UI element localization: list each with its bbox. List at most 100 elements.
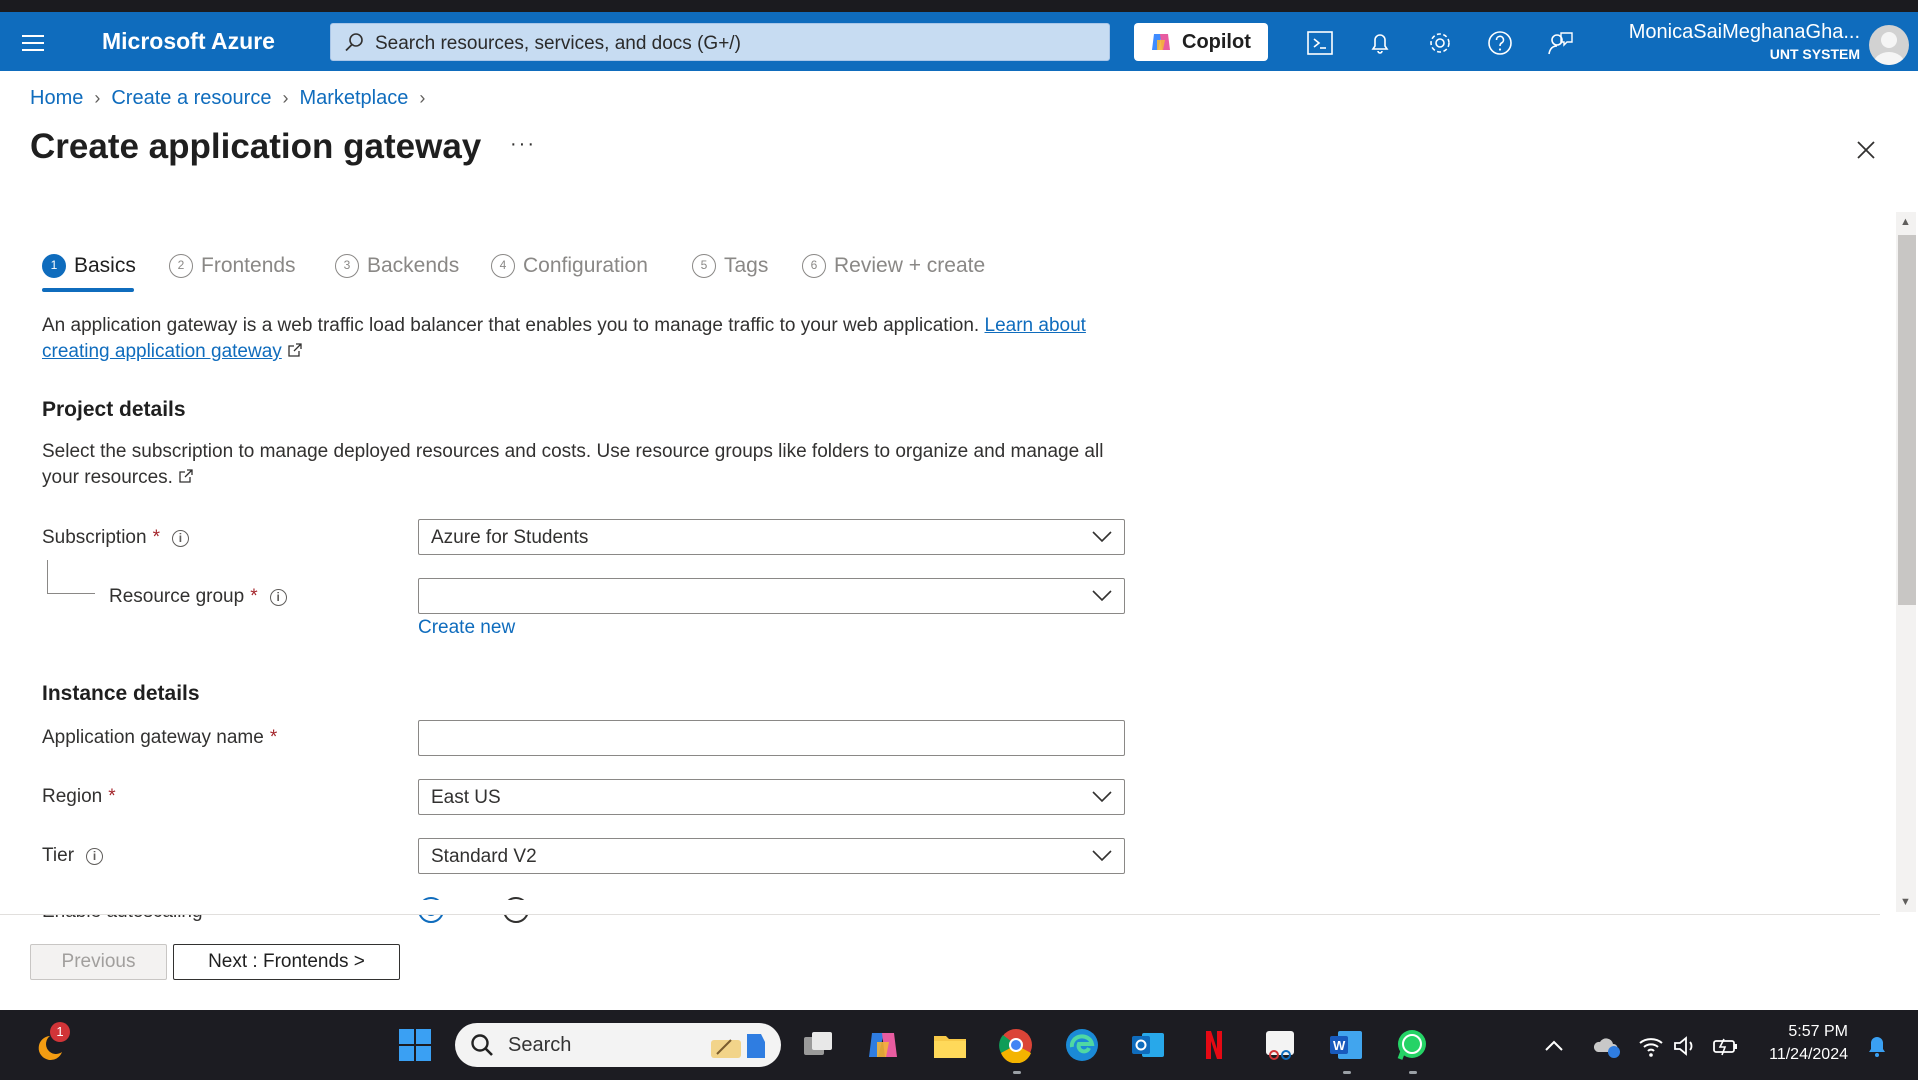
taskbar-search-placeholder: Search: [508, 1034, 572, 1056]
external-link-icon: [288, 343, 302, 357]
word-icon[interactable]: W: [1328, 1027, 1364, 1063]
info-icon[interactable]: i: [171, 530, 189, 547]
window-top-strip: [0, 0, 1918, 12]
tab-number: 3: [335, 254, 359, 278]
settings-gear-icon[interactable]: [1425, 29, 1455, 57]
required-asterisk: *: [108, 786, 116, 807]
tab-label: Frontends: [201, 254, 296, 277]
brand-title[interactable]: Microsoft Azure: [102, 28, 275, 55]
help-icon[interactable]: [1485, 29, 1515, 57]
more-options-button[interactable]: ···: [510, 133, 536, 156]
wifi-icon[interactable]: [1638, 1033, 1664, 1059]
battery-icon[interactable]: [1712, 1033, 1740, 1059]
portal-header: Microsoft Azure Search resources, servic…: [0, 12, 1918, 71]
tier-value: Standard V2: [431, 846, 537, 867]
chrome-icon[interactable]: [998, 1027, 1034, 1063]
user-org: UNT SYSTEM: [1769, 46, 1860, 62]
netflix-icon[interactable]: [1196, 1027, 1232, 1063]
vertical-scrollbar[interactable]: ▲ ▼: [1896, 212, 1916, 912]
learn-more-link-text: Learn about: [984, 315, 1086, 336]
gateway-name-label: Application gateway name *: [42, 727, 277, 749]
windows-start-icon[interactable]: [397, 1027, 433, 1063]
clock-date[interactable]: 11/24/2024: [1748, 1046, 1848, 1064]
resource-group-label-text: Resource group: [109, 586, 245, 607]
copilot-button[interactable]: Copilot: [1134, 23, 1268, 61]
scrollbar-thumb[interactable]: [1898, 235, 1916, 605]
tier-label: Tier i: [42, 845, 104, 867]
region-value: East US: [431, 787, 501, 808]
project-description-line2: your resources.: [42, 467, 173, 488]
volume-icon[interactable]: [1672, 1033, 1698, 1059]
page-title: Create application gateway: [30, 127, 482, 166]
breadcrumb-marketplace[interactable]: Marketplace: [299, 87, 408, 109]
whatsapp-icon[interactable]: [1394, 1027, 1430, 1063]
chevron-right-icon: ›: [419, 88, 426, 108]
chevron-down-icon: [1092, 531, 1112, 543]
gateway-name-input[interactable]: [418, 720, 1125, 756]
create-new-resource-group-link[interactable]: Create new: [418, 617, 515, 639]
breadcrumb-create-resource[interactable]: Create a resource: [111, 87, 271, 109]
breadcrumb: Home › Create a resource › Marketplace ›: [30, 87, 436, 110]
chevron-up-icon[interactable]: [1542, 1034, 1566, 1058]
tab-number: 4: [491, 254, 515, 278]
intro-description: An application gateway is a web traffic …: [42, 313, 1132, 365]
notifications-bell-icon[interactable]: [1865, 1033, 1889, 1059]
avatar[interactable]: [1869, 25, 1909, 65]
global-search-input[interactable]: Search resources, services, and docs (G+…: [330, 23, 1110, 61]
outlook-icon[interactable]: [1130, 1027, 1166, 1063]
subscription-dropdown[interactable]: Azure for Students: [418, 519, 1125, 555]
external-link-icon[interactable]: [178, 468, 194, 484]
subscription-label-text: Subscription: [42, 527, 147, 548]
close-icon[interactable]: [1854, 138, 1878, 162]
tab-basics[interactable]: 1 Basics: [42, 252, 136, 292]
chevron-right-icon: ›: [94, 88, 101, 108]
tab-number: 2: [169, 254, 193, 278]
svg-text:W: W: [1333, 1038, 1346, 1053]
notifications-bell-icon[interactable]: [1365, 29, 1395, 57]
tab-number: 5: [692, 254, 716, 278]
search-icon: [471, 1034, 493, 1056]
running-indicator: [1013, 1071, 1021, 1074]
region-dropdown[interactable]: East US: [418, 779, 1125, 815]
snipping-tool-icon[interactable]: [1262, 1027, 1298, 1063]
copilot-taskbar-icon[interactable]: [866, 1027, 902, 1063]
feedback-icon[interactable]: [1545, 29, 1575, 57]
copilot-icon: [1152, 34, 1170, 50]
notification-badge: 1: [50, 1022, 70, 1042]
chevron-down-icon: [1092, 791, 1112, 803]
tier-dropdown[interactable]: Standard V2: [418, 838, 1125, 874]
scroll-up-icon[interactable]: ▲: [1900, 216, 1911, 228]
tier-label-text: Tier: [42, 845, 75, 866]
chevron-right-icon: ›: [282, 88, 289, 108]
weather-widget[interactable]: 1: [30, 1022, 70, 1066]
cloud-shell-icon[interactable]: [1305, 29, 1335, 57]
file-explorer-icon[interactable]: [932, 1027, 968, 1063]
previous-button[interactable]: Previous: [30, 944, 167, 980]
user-name: MonicaSaiMeghanaGha...: [1628, 21, 1860, 43]
onedrive-icon[interactable]: [1592, 1032, 1622, 1060]
search-icon: [345, 33, 363, 52]
info-icon[interactable]: i: [86, 848, 104, 865]
edge-icon[interactable]: [1064, 1027, 1100, 1063]
tab-label: Review + create: [834, 254, 986, 277]
chevron-down-icon: [1092, 850, 1112, 862]
taskbar-search-input[interactable]: Search: [455, 1023, 781, 1067]
resource-group-label: Resource group * i: [109, 586, 287, 608]
task-view-icon[interactable]: [800, 1027, 836, 1063]
info-icon[interactable]: i: [269, 589, 287, 606]
required-asterisk: *: [152, 527, 160, 548]
resource-group-dropdown[interactable]: [418, 578, 1125, 614]
account-info[interactable]: MonicaSaiMeghanaGha... UNT SYSTEM: [1629, 21, 1860, 62]
menu-icon[interactable]: [22, 32, 46, 52]
region-label: Region *: [42, 786, 116, 808]
project-details-heading: Project details: [42, 398, 186, 421]
running-indicator: [1343, 1071, 1351, 1074]
learn-more-link-text-2: creating application gateway: [42, 341, 282, 362]
breadcrumb-home[interactable]: Home: [30, 87, 83, 109]
next-frontends-button[interactable]: Next : Frontends >: [173, 944, 400, 980]
clock-time[interactable]: 5:57 PM: [1748, 1023, 1848, 1041]
scroll-down-icon[interactable]: ▼: [1900, 896, 1911, 908]
tab-label: Configuration: [523, 254, 648, 277]
user-avatar-icon: [1873, 32, 1905, 65]
active-tab-indicator: [42, 288, 134, 292]
